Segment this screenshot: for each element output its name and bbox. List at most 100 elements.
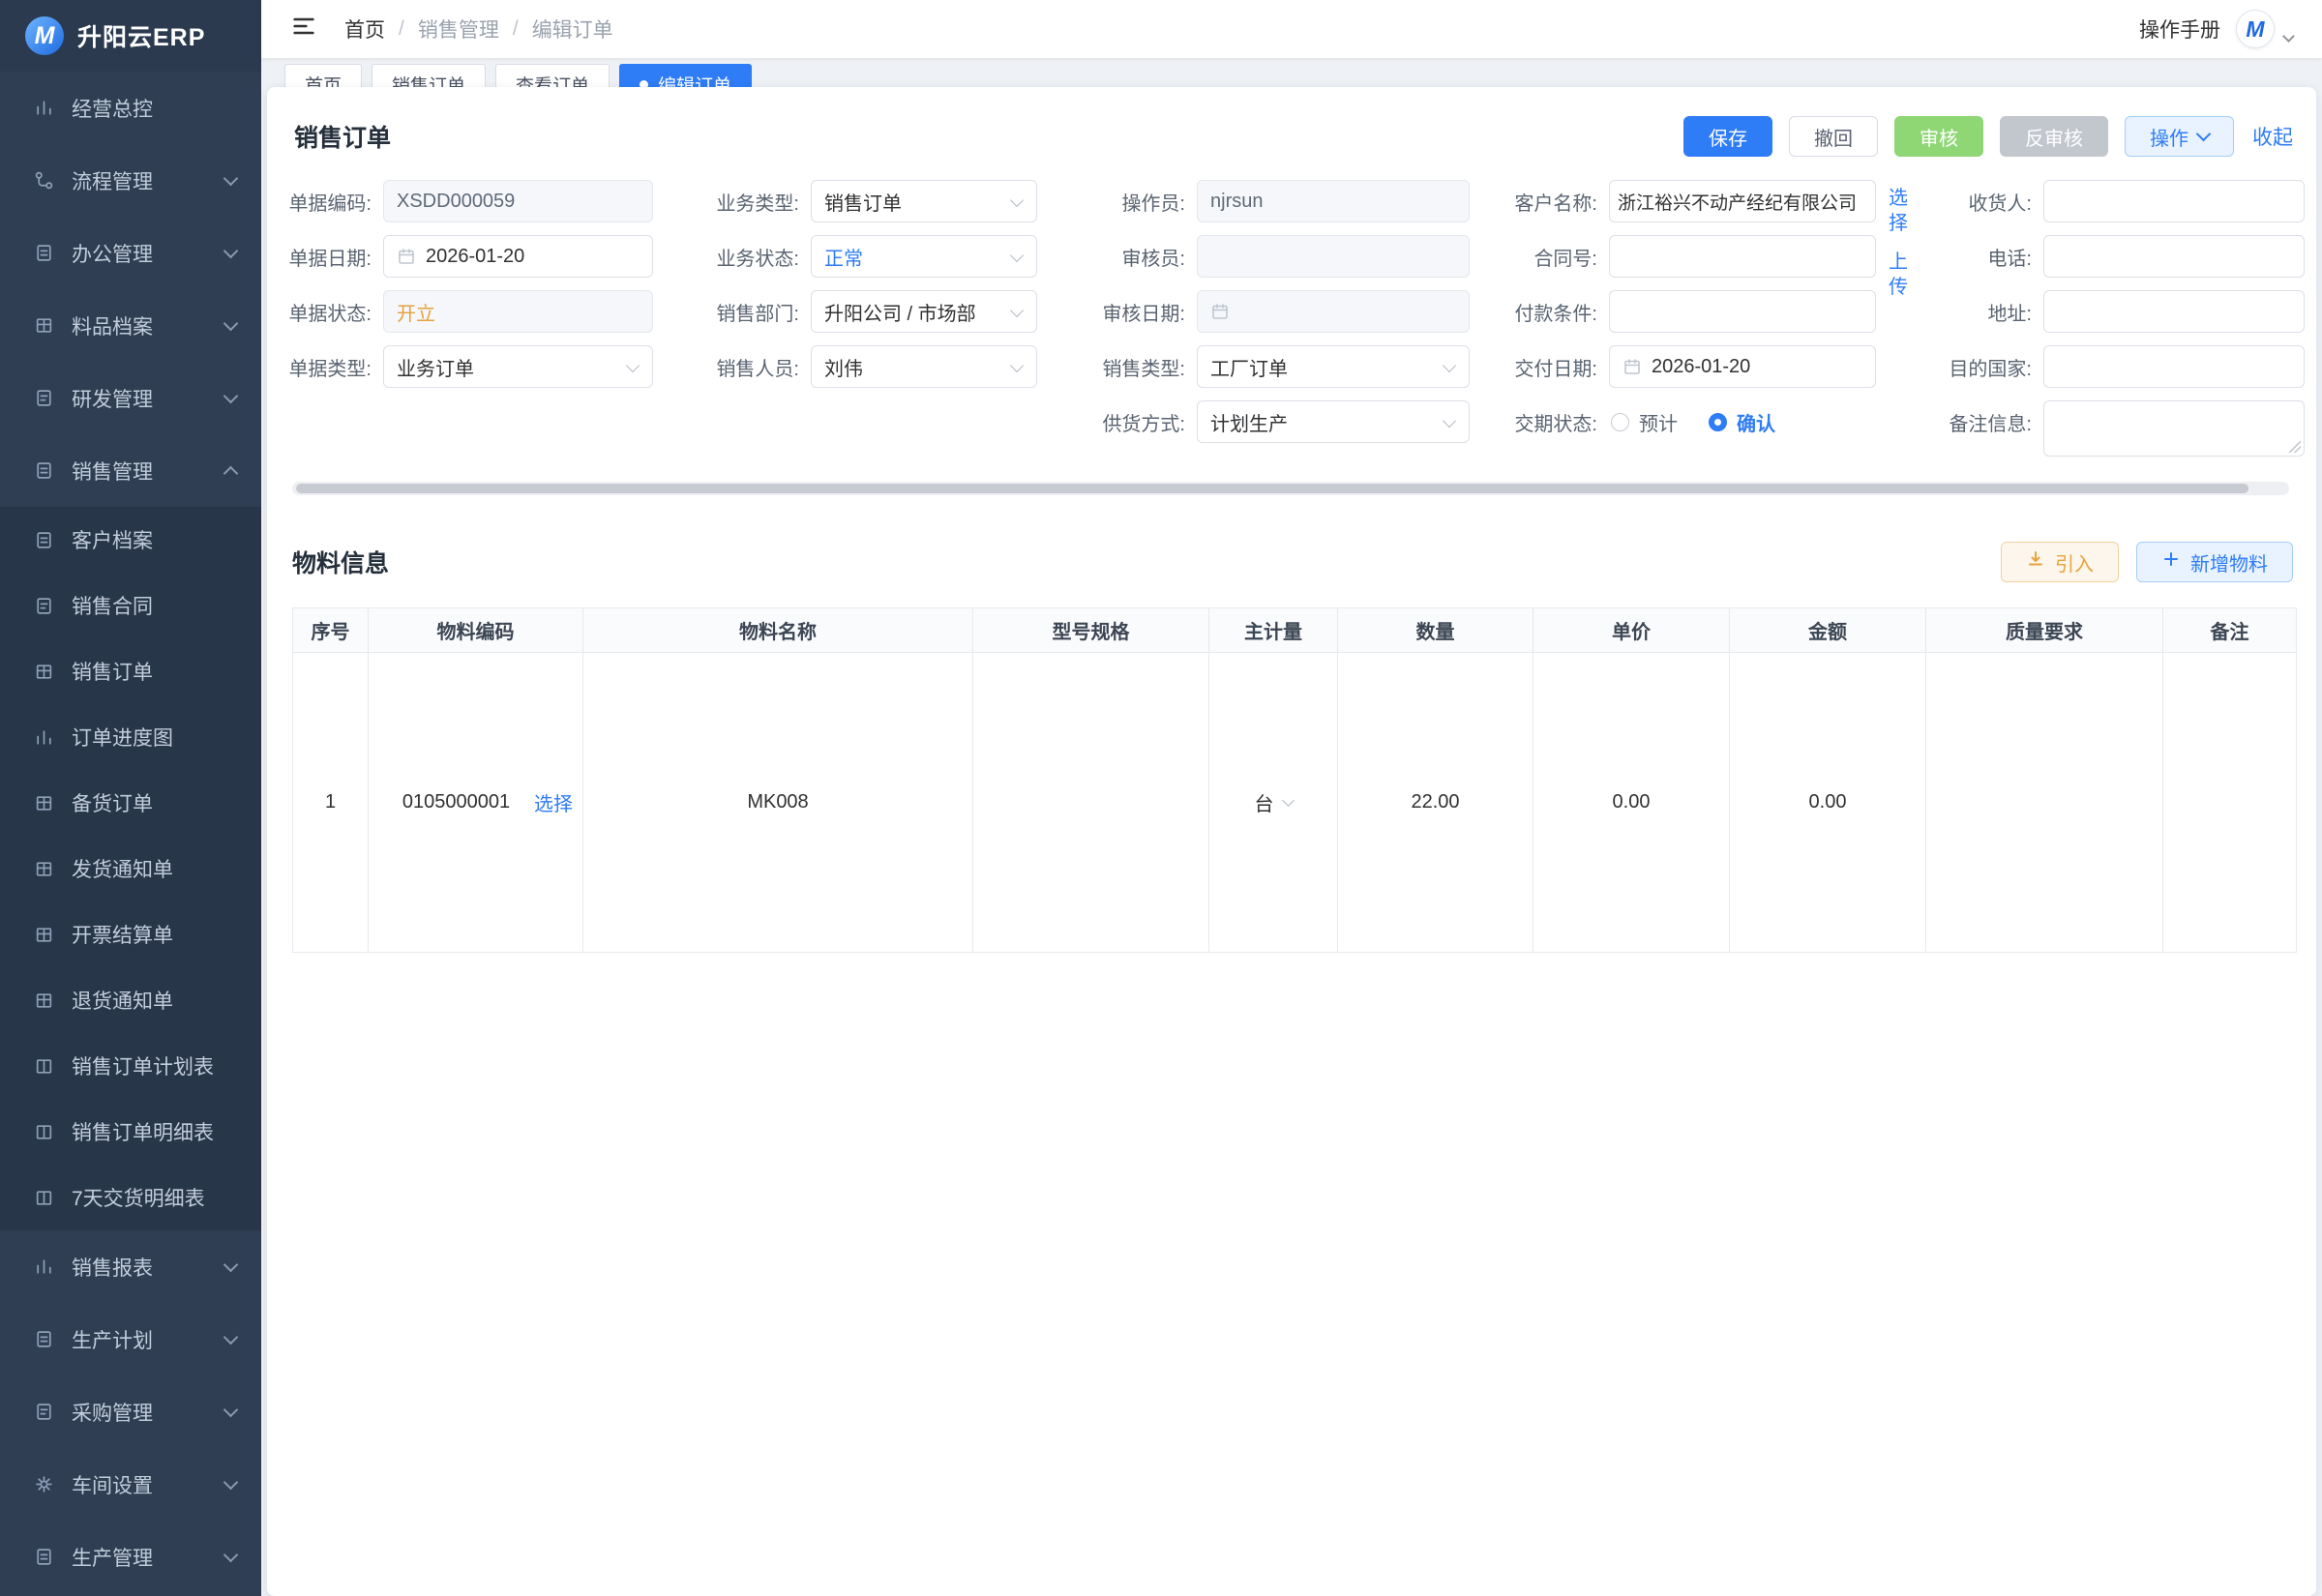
- breadcrumb-home[interactable]: 首页: [344, 15, 385, 44]
- order-card-header: 销售订单 保存 撤回 审核 反审核 操作 收起: [292, 87, 2305, 157]
- address-input[interactable]: [2043, 290, 2305, 333]
- contract-no-input[interactable]: [1609, 235, 1876, 278]
- sidebar-subitem-sales-order[interactable]: 销售订单: [0, 638, 261, 704]
- cell-price[interactable]: 0.00: [1533, 653, 1730, 953]
- order-actions: 保存 撤回 审核 反审核 操作 收起: [1683, 116, 2293, 157]
- collapse-panel-link[interactable]: 收起: [2252, 122, 2293, 151]
- chevron-down-icon: [223, 1547, 239, 1562]
- office-doc-icon: [33, 243, 54, 264]
- supply-mode-select[interactable]: 计划生产: [1197, 400, 1470, 443]
- chevron-down-icon: [223, 243, 239, 258]
- import-button[interactable]: 引入: [2001, 542, 2119, 582]
- col-material-name: 物料名称: [583, 608, 973, 653]
- select-material-link[interactable]: 选择: [534, 788, 573, 816]
- horizontal-scrollbar[interactable]: [292, 482, 2289, 495]
- user-menu-caret-icon[interactable]: [2282, 30, 2295, 43]
- sidebar-item-business-overview[interactable]: 经营总控: [0, 72, 261, 144]
- add-material-button[interactable]: 新增物料: [2136, 542, 2293, 582]
- audit-button[interactable]: 审核: [1894, 116, 1983, 157]
- doc-date-input[interactable]: 2026-01-20: [383, 235, 653, 278]
- scrollbar-thumb[interactable]: [296, 484, 2248, 493]
- cell-qty[interactable]: 22.00: [1338, 653, 1533, 953]
- salesperson-value: 刘伟: [824, 353, 863, 381]
- doc-status-value: 开立: [397, 298, 435, 326]
- sidebar-subitem-invoice-settlement[interactable]: 开票结算单: [0, 901, 261, 967]
- sidebar-item-production-plan[interactable]: 生产计划: [0, 1303, 261, 1375]
- pay-terms-label: 付款条件:: [1470, 290, 1609, 333]
- sidebar-item-workshop-settings[interactable]: 车间设置: [0, 1448, 261, 1521]
- cell-spec[interactable]: [973, 653, 1209, 953]
- sidebar-item-office-mgmt[interactable]: 办公管理: [0, 217, 261, 289]
- sidebar-subitem-order-progress[interactable]: 订单进度图: [0, 704, 261, 770]
- dest-country-input[interactable]: [2043, 345, 2305, 388]
- actions-dropdown-button[interactable]: 操作: [2125, 116, 2234, 157]
- receiver-input[interactable]: [2043, 180, 2305, 222]
- doc-code-label: 单据编码:: [292, 180, 383, 222]
- radio-label: 预计: [1639, 408, 1678, 436]
- pay-terms-input[interactable]: [1609, 290, 1876, 333]
- col-material-code: 物料编码: [369, 608, 583, 653]
- doc-type-select[interactable]: 业务订单: [383, 345, 653, 388]
- sidebar-subitem-order-plan-table[interactable]: 销售订单计划表: [0, 1033, 261, 1099]
- sidebar-item-sales-mgmt[interactable]: 销售管理: [0, 434, 261, 507]
- chevron-down-icon: [1443, 414, 1456, 428]
- sidebar-subitem-7day-delivery-table[interactable]: 7天交货明细表: [0, 1165, 261, 1230]
- customer-upload-link[interactable]: 上传: [1889, 250, 1912, 300]
- sidebar-item-sales-reports[interactable]: 销售报表: [0, 1230, 261, 1303]
- biz-status-label: 业务状态:: [653, 235, 811, 278]
- sidebar-subitem-delivery-notice[interactable]: 发货通知单: [0, 836, 261, 901]
- remark-textarea[interactable]: [2043, 400, 2305, 457]
- contract-no-label: 合同号:: [1470, 235, 1609, 278]
- salesperson-select[interactable]: 刘伟: [811, 345, 1037, 388]
- radio-confirmed[interactable]: 确认: [1709, 408, 1775, 436]
- sidebar-subitem-return-notice[interactable]: 退货通知单: [0, 967, 261, 1033]
- phone-input[interactable]: [2043, 235, 2305, 278]
- sales-type-label: 销售类型:: [1037, 345, 1197, 388]
- chevron-down-icon: [1282, 794, 1295, 807]
- sidebar-item-label: 销售管理: [72, 457, 225, 486]
- sidebar-subitem-customer-files[interactable]: 客户档案: [0, 507, 261, 573]
- sidebar-item-label: 生产计划: [72, 1325, 225, 1354]
- breadcrumb-sales-mgmt[interactable]: 销售管理: [418, 15, 499, 44]
- radio-unchecked-icon: [1611, 413, 1629, 431]
- cell-remark[interactable]: [2163, 653, 2297, 953]
- sidebar-item-process-mgmt[interactable]: 流程管理: [0, 144, 261, 217]
- materials-title: 物料信息: [292, 545, 389, 579]
- biz-status-select[interactable]: 正常: [811, 235, 1037, 278]
- withdraw-button[interactable]: 撤回: [1789, 116, 1878, 157]
- biz-type-select[interactable]: 销售订单: [811, 180, 1037, 222]
- radio-estimated[interactable]: 预计: [1611, 408, 1678, 436]
- doc-type-label: 单据类型:: [292, 345, 383, 388]
- sidebar-item-purchase-mgmt[interactable]: 采购管理: [0, 1375, 261, 1448]
- col-amount: 金额: [1730, 608, 1926, 653]
- progress-chart-icon: [33, 726, 54, 748]
- customer-select-link[interactable]: 选择: [1889, 186, 1912, 236]
- avatar[interactable]: M: [2236, 10, 2275, 48]
- remark-label: 备注信息:: [1876, 400, 2043, 443]
- sidebar-item-material-archives[interactable]: 料品档案: [0, 289, 261, 362]
- deliver-date-input[interactable]: 2026-01-20: [1609, 345, 1876, 388]
- sidebar-subitem-sales-contract[interactable]: 销售合同: [0, 573, 261, 638]
- sales-type-value: 工厂订单: [1210, 353, 1288, 381]
- materials-table: 序号 物料编码 物料名称 型号规格 主计量 数量 单价 金额 质量要求 备注: [292, 607, 2297, 953]
- breadcrumb-separator: /: [399, 17, 404, 41]
- sales-type-select[interactable]: 工厂订单: [1197, 345, 1470, 388]
- save-button[interactable]: 保存: [1683, 116, 1772, 157]
- chevron-down-icon: [1010, 193, 1024, 207]
- sales-dept-select[interactable]: 升阳公司 / 市场部: [811, 290, 1037, 333]
- sidebar-item-rnd-mgmt[interactable]: 研发管理: [0, 362, 261, 434]
- collapse-sidebar-icon[interactable]: [290, 13, 317, 45]
- sidebar-item-label: 订单进度图: [72, 723, 236, 752]
- auditor-label: 审核员:: [1037, 235, 1197, 278]
- sidebar-item-production-mgmt[interactable]: 生产管理: [0, 1521, 261, 1593]
- chevron-down-icon: [223, 1256, 239, 1272]
- cell-quality[interactable]: [1926, 653, 2163, 953]
- sidebar-subitem-order-detail-table[interactable]: 销售订单明细表: [0, 1099, 261, 1165]
- customer-input[interactable]: 浙江裕兴不动产经纪有限公司: [1609, 180, 1876, 222]
- resize-grip-icon[interactable]: [2288, 440, 2301, 453]
- cell-unit[interactable]: 台: [1209, 653, 1338, 953]
- operation-manual-link[interactable]: 操作手册: [2139, 15, 2220, 44]
- content-area: 销售订单 保存 撤回 审核 反审核 操作 收起: [261, 87, 2322, 1596]
- sidebar-subitem-stock-order[interactable]: 备货订单: [0, 770, 261, 836]
- cell-seq: 1: [293, 653, 369, 953]
